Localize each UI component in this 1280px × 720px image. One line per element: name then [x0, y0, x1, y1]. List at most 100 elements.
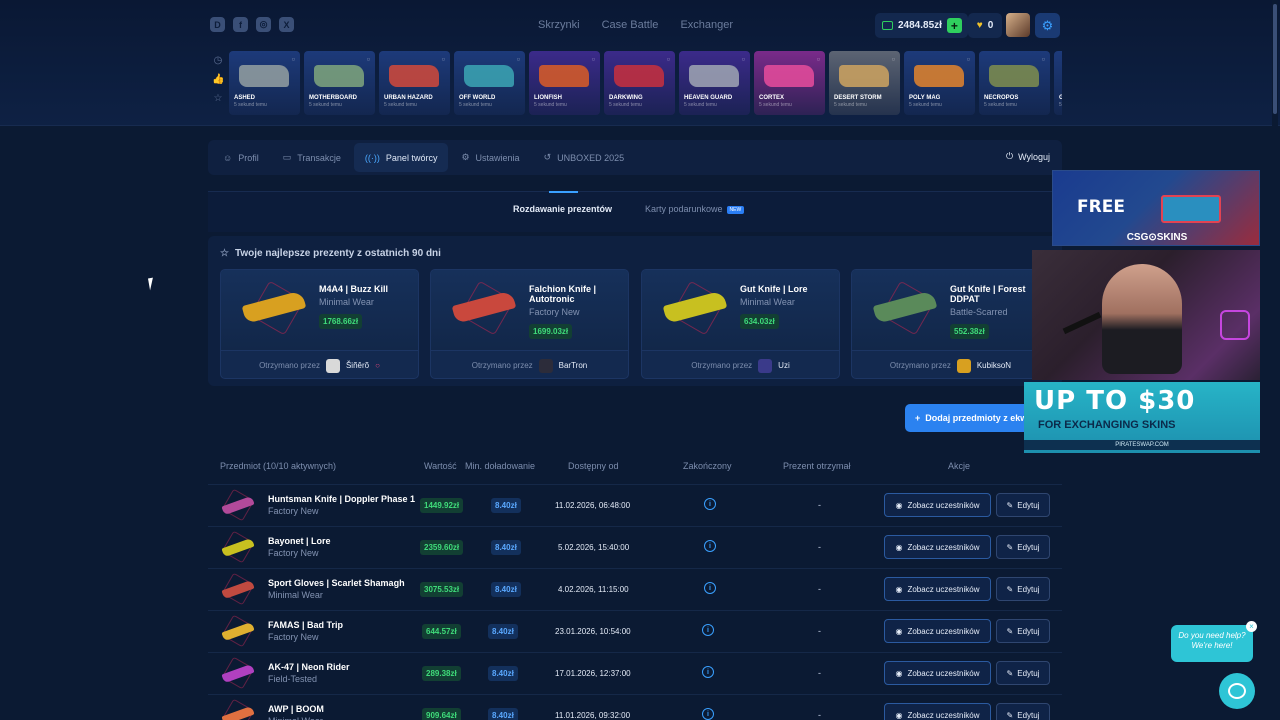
- drop-card[interactable]: ▫ ASHED 5 sekund temu: [229, 51, 300, 115]
- item-thumbnail: [220, 488, 255, 522]
- gift-received-value: -: [818, 668, 821, 678]
- nav-case-battle[interactable]: Case Battle: [602, 19, 659, 31]
- user-avatar: [956, 358, 971, 373]
- card-top: Falchion Knife | Autotronic Factory New 16…: [431, 270, 628, 350]
- best-gift-card[interactable]: Gut Knife | Lore Minimal Wear 634.03zł Otrz…: [641, 269, 840, 379]
- view-participants-button[interactable]: ◉ Zobacz uczestników: [884, 493, 991, 517]
- edit-button[interactable]: ✎ Edytuj: [996, 619, 1050, 643]
- drop-card[interactable]: ▫ NECROPOS 5 sekund temu: [979, 51, 1050, 115]
- nav-cases[interactable]: Skrzynki: [538, 19, 580, 31]
- tab-label: UNBOXED 2025: [557, 152, 625, 163]
- close-icon: ▫: [816, 54, 820, 64]
- drop-card[interactable]: ▫ DESERT STORM 5 sekund temu: [829, 51, 900, 115]
- eye-icon: ◉: [895, 710, 903, 720]
- edit-button[interactable]: ✎ Edytuj: [996, 703, 1050, 720]
- available-date: 17.01.2026, 12:37:00: [555, 669, 631, 678]
- tab-label: Transakcje: [297, 152, 341, 163]
- logout-button[interactable]: ⏻ Wyloguj: [1006, 151, 1050, 162]
- drop-card[interactable]: ▫ HEAVEN GUARD 5 sekund temu: [679, 51, 750, 115]
- subtab-gift-cards[interactable]: Karty podarunkowe NEW: [645, 204, 745, 214]
- x-icon[interactable]: X: [279, 17, 294, 32]
- weapon-image: [989, 65, 1039, 87]
- item-wear: Factory New: [268, 632, 319, 642]
- neon-sign: [1220, 310, 1250, 340]
- receipt-icon: ▭: [282, 152, 292, 162]
- view-participants-button[interactable]: ◉ Zobacz uczestników: [884, 703, 991, 720]
- eye-icon: ◉: [895, 668, 903, 678]
- tab-unboxed-2025[interactable]: ↺ UNBOXED 2025: [533, 143, 636, 172]
- gems-counter[interactable]: ♥ 0: [968, 13, 1002, 38]
- info-icon[interactable]: i: [702, 666, 714, 678]
- drop-card[interactable]: ▫ CORTEX 5 sekund temu: [754, 51, 825, 115]
- edit-button[interactable]: ✎ Edytuj: [996, 661, 1050, 685]
- user-avatar[interactable]: [1006, 13, 1030, 37]
- deposit-plus-button[interactable]: +: [946, 18, 962, 33]
- nav-exchanger[interactable]: Exchanger: [680, 19, 733, 31]
- eye-icon: ◉: [895, 584, 903, 594]
- view-participants-label: Zobacz uczestników: [907, 710, 980, 720]
- page-scrollbar[interactable]: [1272, 0, 1278, 720]
- discord-icon[interactable]: D: [210, 17, 225, 32]
- user-name: Uzi: [778, 361, 790, 370]
- close-icon: ▫: [441, 54, 445, 64]
- thumbs-up-icon[interactable]: 👍: [212, 74, 224, 85]
- star-icon[interactable]: ☆: [212, 93, 224, 104]
- drop-time: 5 sekund temu: [459, 102, 492, 108]
- tab-creator-panel[interactable]: ((·)) Panel twórcy: [353, 143, 449, 172]
- tab-label: Ustawienia: [475, 152, 520, 163]
- min-deposit: 8.40zł: [491, 582, 521, 597]
- help-bubble[interactable]: × Do you need help? We're here!: [1171, 621, 1257, 662]
- subtab-giveaways[interactable]: Rozdawanie prezentów: [513, 204, 612, 214]
- info-icon[interactable]: i: [702, 708, 714, 720]
- item-wear: Factory New: [268, 506, 319, 516]
- facebook-icon[interactable]: f: [233, 17, 248, 32]
- ad2-subline: FOR EXCHANGING SKINS: [1038, 419, 1176, 431]
- info-icon[interactable]: i: [704, 540, 716, 552]
- info-icon[interactable]: i: [704, 582, 716, 594]
- info-icon[interactable]: i: [702, 624, 714, 636]
- drop-card[interactable]: ▫ MOTHERBOARD 5 sekund temu: [304, 51, 375, 115]
- edit-button[interactable]: ✎ Edytuj: [996, 493, 1050, 517]
- weapon-image: [914, 65, 964, 87]
- drop-card[interactable]: ▫ OFF WORLD 5 sekund temu: [454, 51, 525, 115]
- drop-card[interactable]: ▫ LIONFISH 5 sekund temu: [529, 51, 600, 115]
- drop-card[interactable]: ▫ URBAN HAZARD 5 sekund temu: [379, 51, 450, 115]
- item-price: 634.03zł: [740, 314, 779, 329]
- view-participants-button[interactable]: ◉ Zobacz uczestników: [884, 577, 991, 601]
- close-icon[interactable]: ×: [1246, 621, 1257, 632]
- tab-transactions[interactable]: ▭ Transakcje: [272, 143, 352, 172]
- clock-icon[interactable]: ◷: [212, 55, 224, 66]
- settings-gear-button[interactable]: ⚙: [1035, 13, 1060, 38]
- item-thumbnail: [220, 698, 255, 720]
- best-gift-card[interactable]: Gut Knife | Forest DDPAT Battle-Scarred 55…: [851, 269, 1050, 379]
- view-participants-button[interactable]: ◉ Zobacz uczestników: [884, 661, 991, 685]
- edit-label: Edytuj: [1017, 668, 1040, 678]
- best-gift-card[interactable]: Falchion Knife | Autotronic Factory New 16…: [430, 269, 629, 379]
- instagram-icon[interactable]: ◎: [256, 17, 271, 32]
- social-links: Df ◎ X: [210, 17, 294, 32]
- best-gift-card[interactable]: M4A4 | Buzz Kill Minimal Wear 1768.66zł Otr…: [220, 269, 419, 379]
- tab-settings[interactable]: ⚙ Ustawienia: [450, 143, 530, 172]
- weapon-image: [389, 65, 439, 87]
- view-participants-button[interactable]: ◉ Zobacz uczestników: [884, 535, 991, 559]
- gem-icon: ♥: [976, 20, 983, 31]
- scrollbar-thumb[interactable]: [1273, 4, 1277, 114]
- giveaways-table-header: Przedmiot (10/10 aktywnych) Wartość Min.…: [208, 456, 1062, 476]
- edit-button[interactable]: ✎ Edytuj: [996, 577, 1050, 601]
- edit-button[interactable]: ✎ Edytuj: [996, 535, 1050, 559]
- item-value: 3075.53zł: [420, 582, 464, 597]
- chat-launcher-button[interactable]: [1219, 673, 1255, 709]
- received-label: Otrzymano przez: [691, 361, 753, 370]
- drop-card[interactable]: ▫ DARKWING 5 sekund temu: [604, 51, 675, 115]
- tab-profile[interactable]: ☺ Profil: [212, 143, 270, 172]
- edit-label: Edytuj: [1017, 542, 1040, 552]
- drop-card[interactable]: ▫ POLY MAG 5 sekund temu: [904, 51, 975, 115]
- col-finished: Zakończony: [683, 461, 732, 471]
- available-date: 23.01.2026, 10:54:00: [555, 627, 631, 636]
- info-icon[interactable]: i: [704, 498, 716, 510]
- wallet-balance[interactable]: 2484.85zł +: [875, 13, 968, 38]
- eye-icon: ◉: [895, 626, 903, 636]
- item-wear: Field-Tested: [268, 674, 318, 684]
- drop-card[interactable]: ▫GREEN S5 sekund temu: [1054, 51, 1062, 115]
- view-participants-button[interactable]: ◉ Zobacz uczestników: [884, 619, 991, 643]
